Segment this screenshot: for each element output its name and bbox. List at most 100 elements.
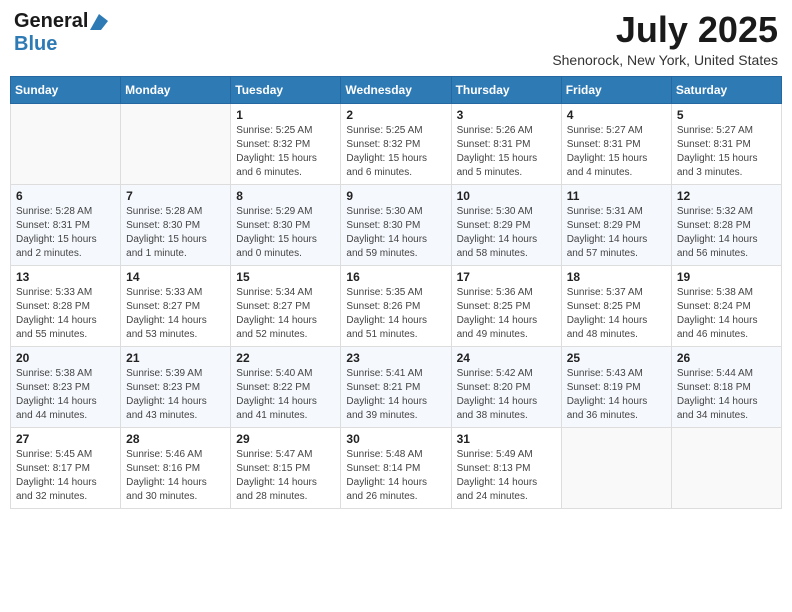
logo-blue-text: Blue — [14, 33, 57, 55]
day-number: 21 — [126, 351, 225, 365]
calendar-cell: 30 Sunrise: 5:48 AM Sunset: 8:14 PM Dayli… — [341, 427, 451, 508]
calendar-cell: 21 Sunrise: 5:39 AM Sunset: 8:23 PM Dayli… — [121, 346, 231, 427]
day-number: 31 — [457, 432, 556, 446]
day-number: 26 — [677, 351, 776, 365]
day-info: Sunrise: 5:43 AM Sunset: 8:19 PM Dayligh… — [567, 367, 666, 423]
calendar-week-row: 13 Sunrise: 5:33 AM Sunset: 8:28 PM Dayli… — [11, 265, 782, 346]
day-number: 13 — [16, 270, 115, 284]
day-info: Sunrise: 5:36 AM Sunset: 8:25 PM Dayligh… — [457, 286, 556, 342]
month-title: July 2025 — [552, 10, 778, 50]
day-info: Sunrise: 5:38 AM Sunset: 8:23 PM Dayligh… — [16, 367, 115, 423]
day-number: 5 — [677, 108, 776, 122]
day-number: 3 — [457, 108, 556, 122]
day-number: 30 — [346, 432, 445, 446]
day-number: 15 — [236, 270, 335, 284]
day-info: Sunrise: 5:32 AM Sunset: 8:28 PM Dayligh… — [677, 205, 776, 261]
weekday-header: Wednesday — [341, 76, 451, 103]
day-info: Sunrise: 5:38 AM Sunset: 8:24 PM Dayligh… — [677, 286, 776, 342]
day-info: Sunrise: 5:33 AM Sunset: 8:27 PM Dayligh… — [126, 286, 225, 342]
day-info: Sunrise: 5:31 AM Sunset: 8:29 PM Dayligh… — [567, 205, 666, 261]
calendar-cell: 17 Sunrise: 5:36 AM Sunset: 8:25 PM Dayli… — [451, 265, 561, 346]
day-info: Sunrise: 5:40 AM Sunset: 8:22 PM Dayligh… — [236, 367, 335, 423]
logo-icon — [90, 14, 108, 30]
calendar-cell: 7 Sunrise: 5:28 AM Sunset: 8:30 PM Daylig… — [121, 184, 231, 265]
calendar-cell — [121, 103, 231, 184]
day-number: 27 — [16, 432, 115, 446]
day-info: Sunrise: 5:26 AM Sunset: 8:31 PM Dayligh… — [457, 124, 556, 180]
calendar-cell: 8Sunrise: 5:29 AM Sunset: 8:30 PM Daylig… — [231, 184, 341, 265]
day-info: Sunrise: 5:49 AM Sunset: 8:13 PM Dayligh… — [457, 448, 556, 504]
calendar-cell: 31 Sunrise: 5:49 AM Sunset: 8:13 PM Dayli… — [451, 427, 561, 508]
day-info: Sunrise: 5:30 AM Sunset: 8:29 PM Dayligh… — [457, 205, 556, 261]
calendar-cell: 18Sunrise: 5:37 AM Sunset: 8:25 PM Dayli… — [561, 265, 671, 346]
logo-general-text: General — [14, 10, 88, 33]
calendar-cell: 24Sunrise: 5:42 AM Sunset: 8:20 PM Dayli… — [451, 346, 561, 427]
day-number: 9 — [346, 189, 445, 203]
day-info: Sunrise: 5:48 AM Sunset: 8:14 PM Dayligh… — [346, 448, 445, 504]
page-header: General Blue July 2025 Shenorock, New Yo… — [10, 10, 782, 68]
weekday-header: Tuesday — [231, 76, 341, 103]
calendar-cell — [671, 427, 781, 508]
calendar-cell: 13 Sunrise: 5:33 AM Sunset: 8:28 PM Dayli… — [11, 265, 121, 346]
calendar-cell: 25 Sunrise: 5:43 AM Sunset: 8:19 PM Dayli… — [561, 346, 671, 427]
calendar-cell: 5 Sunrise: 5:27 AM Sunset: 8:31 PM Daylig… — [671, 103, 781, 184]
logo: General Blue — [14, 10, 108, 56]
calendar-week-row: 6 Sunrise: 5:28 AM Sunset: 8:31 PM Daylig… — [11, 184, 782, 265]
calendar-cell — [11, 103, 121, 184]
weekday-header: Friday — [561, 76, 671, 103]
day-number: 16 — [346, 270, 445, 284]
day-info: Sunrise: 5:44 AM Sunset: 8:18 PM Dayligh… — [677, 367, 776, 423]
day-number: 7 — [126, 189, 225, 203]
calendar-cell: 27 Sunrise: 5:45 AM Sunset: 8:17 PM Dayli… — [11, 427, 121, 508]
calendar-cell: 6 Sunrise: 5:28 AM Sunset: 8:31 PM Daylig… — [11, 184, 121, 265]
calendar-cell: 1 Sunrise: 5:25 AM Sunset: 8:32 PM Daylig… — [231, 103, 341, 184]
logo-blue-row: Blue — [14, 33, 57, 56]
day-number: 25 — [567, 351, 666, 365]
day-number: 1 — [236, 108, 335, 122]
calendar-cell: 19Sunrise: 5:38 AM Sunset: 8:24 PM Dayli… — [671, 265, 781, 346]
calendar-cell: 26 Sunrise: 5:44 AM Sunset: 8:18 PM Dayli… — [671, 346, 781, 427]
calendar-cell: 22Sunrise: 5:40 AM Sunset: 8:22 PM Dayli… — [231, 346, 341, 427]
calendar-cell: 9 Sunrise: 5:30 AM Sunset: 8:30 PM Daylig… — [341, 184, 451, 265]
day-info: Sunrise: 5:39 AM Sunset: 8:23 PM Dayligh… — [126, 367, 225, 423]
calendar-table: SundayMondayTuesdayWednesdayThursdayFrid… — [10, 76, 782, 509]
day-info: Sunrise: 5:45 AM Sunset: 8:17 PM Dayligh… — [16, 448, 115, 504]
day-info: Sunrise: 5:27 AM Sunset: 8:31 PM Dayligh… — [677, 124, 776, 180]
day-number: 8 — [236, 189, 335, 203]
day-number: 10 — [457, 189, 556, 203]
calendar-cell: 15 Sunrise: 5:34 AM Sunset: 8:27 PM Dayli… — [231, 265, 341, 346]
weekday-header: Sunday — [11, 76, 121, 103]
day-number: 6 — [16, 189, 115, 203]
day-info: Sunrise: 5:25 AM Sunset: 8:32 PM Dayligh… — [346, 124, 445, 180]
calendar-cell: 29Sunrise: 5:47 AM Sunset: 8:15 PM Dayli… — [231, 427, 341, 508]
day-info: Sunrise: 5:33 AM Sunset: 8:28 PM Dayligh… — [16, 286, 115, 342]
day-info: Sunrise: 5:41 AM Sunset: 8:21 PM Dayligh… — [346, 367, 445, 423]
weekday-header: Saturday — [671, 76, 781, 103]
day-number: 17 — [457, 270, 556, 284]
day-number: 2 — [346, 108, 445, 122]
day-info: Sunrise: 5:30 AM Sunset: 8:30 PM Dayligh… — [346, 205, 445, 261]
day-number: 18 — [567, 270, 666, 284]
calendar-week-row: 20 Sunrise: 5:38 AM Sunset: 8:23 PM Dayli… — [11, 346, 782, 427]
day-info: Sunrise: 5:25 AM Sunset: 8:32 PM Dayligh… — [236, 124, 335, 180]
day-number: 11 — [567, 189, 666, 203]
day-number: 28 — [126, 432, 225, 446]
day-number: 20 — [16, 351, 115, 365]
day-info: Sunrise: 5:35 AM Sunset: 8:26 PM Dayligh… — [346, 286, 445, 342]
day-number: 24 — [457, 351, 556, 365]
calendar-cell: 28Sunrise: 5:46 AM Sunset: 8:16 PM Dayli… — [121, 427, 231, 508]
day-info: Sunrise: 5:34 AM Sunset: 8:27 PM Dayligh… — [236, 286, 335, 342]
calendar-week-row: 27 Sunrise: 5:45 AM Sunset: 8:17 PM Dayli… — [11, 427, 782, 508]
weekday-header: Thursday — [451, 76, 561, 103]
day-info: Sunrise: 5:27 AM Sunset: 8:31 PM Dayligh… — [567, 124, 666, 180]
calendar-cell: 3 Sunrise: 5:26 AM Sunset: 8:31 PM Daylig… — [451, 103, 561, 184]
calendar-cell: 11 Sunrise: 5:31 AM Sunset: 8:29 PM Dayli… — [561, 184, 671, 265]
calendar-cell: 14Sunrise: 5:33 AM Sunset: 8:27 PM Dayli… — [121, 265, 231, 346]
day-number: 23 — [346, 351, 445, 365]
calendar-cell — [561, 427, 671, 508]
calendar-cell: 12Sunrise: 5:32 AM Sunset: 8:28 PM Dayli… — [671, 184, 781, 265]
day-info: Sunrise: 5:28 AM Sunset: 8:30 PM Dayligh… — [126, 205, 225, 261]
day-number: 4 — [567, 108, 666, 122]
weekday-header: Monday — [121, 76, 231, 103]
day-info: Sunrise: 5:28 AM Sunset: 8:31 PM Dayligh… — [16, 205, 115, 261]
